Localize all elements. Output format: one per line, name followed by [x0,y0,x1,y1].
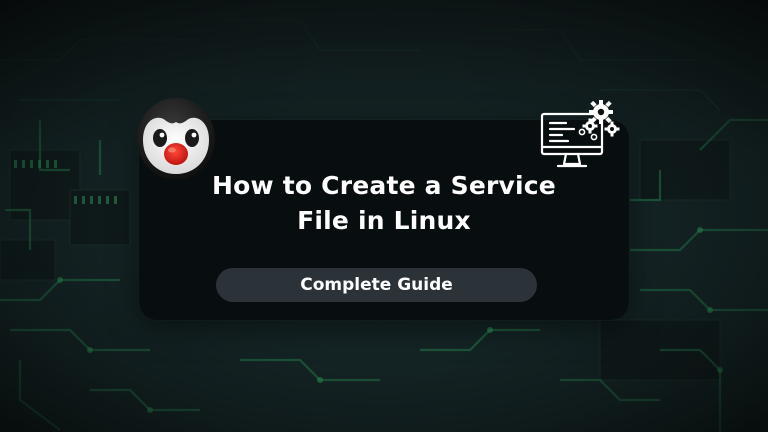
complete-guide-badge: Complete Guide [216,268,537,302]
monitor-gears-icon [540,100,620,168]
penguin-icon [137,98,215,180]
title-line-2: File in Linux [297,206,471,235]
